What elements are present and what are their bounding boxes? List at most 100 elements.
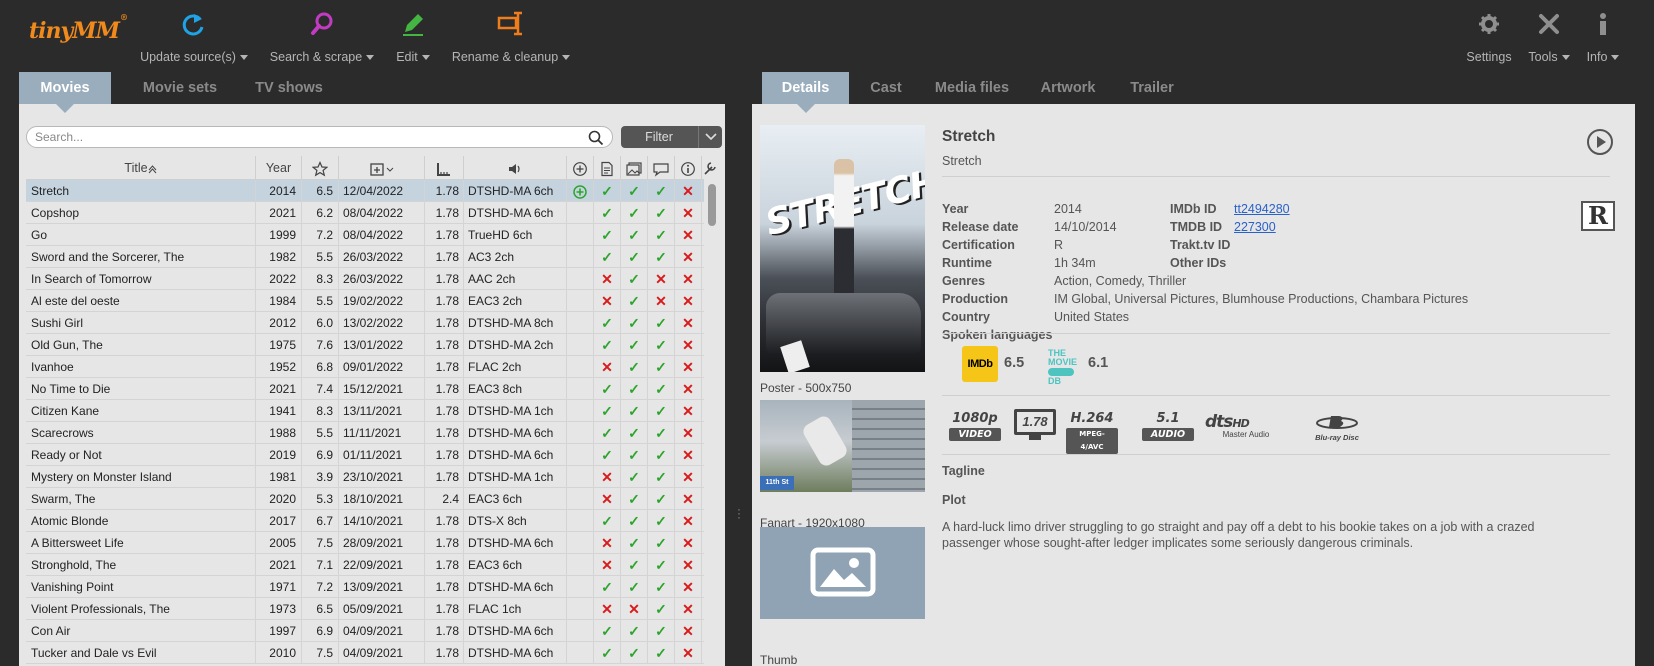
column-year-header[interactable]: Year <box>256 156 302 180</box>
table-row[interactable]: Atomic Blonde 2017 6.7 14/10/2021 1.78 DTS-X … <box>26 510 704 532</box>
filter-dropdown[interactable] <box>698 126 722 148</box>
settings-label: Settings <box>1466 50 1512 64</box>
tab-artwork[interactable]: Artwork <box>1028 72 1108 104</box>
rename-cleanup-button[interactable]: Rename & cleanup <box>451 10 571 68</box>
table-row[interactable]: A Bittersweet Life 2005 7.5 28/09/2021 1.78 D… <box>26 532 704 554</box>
table-row[interactable]: Ready or Not 2019 6.9 01/11/2021 1.78 DTSHD-M… <box>26 444 704 466</box>
cell-title: Stronghold, The <box>26 554 256 576</box>
cell-date: 26/03/2022 <box>339 246 425 268</box>
tab-movies[interactable]: Movies <box>19 72 111 113</box>
cell-ar: 1.78 <box>425 378 464 400</box>
play-button[interactable] <box>1586 128 1614 159</box>
table-row[interactable]: Stretch 2014 6.5 12/04/2022 1.78 DTSHD-MA 6ch… <box>26 180 704 202</box>
empty-cell <box>567 246 594 268</box>
settings-button[interactable]: Settings <box>1465 10 1513 68</box>
release-date-value: 14/10/2014 <box>1054 220 1117 234</box>
update-sources-button[interactable]: Update source(s) <box>138 10 250 68</box>
chevron-down-icon <box>1561 55 1570 61</box>
table-row[interactable]: Vanishing Point 1971 7.2 13/09/2021 1.78 DTSH… <box>26 576 704 598</box>
table-row[interactable]: Violent Professionals, The 1973 6.5 05/09/2… <box>26 598 704 620</box>
column-aspect-ratio-header[interactable] <box>425 156 464 180</box>
table-row[interactable]: Old Gun, The 1975 7.6 13/01/2022 1.78 DTSHD-M… <box>26 334 704 356</box>
search-input[interactable] <box>35 127 580 147</box>
tmdb-id-link[interactable]: 227300 <box>1234 220 1276 234</box>
table-row[interactable]: Tucker and Dale vs Evil 2010 7.5 04/09/2021… <box>26 642 704 664</box>
poster-image[interactable]: STRETCH <box>760 125 925 372</box>
table-scrollbar[interactable] <box>708 184 716 654</box>
tools-button[interactable]: Tools <box>1525 10 1573 68</box>
filter-button[interactable]: Filter <box>621 126 722 148</box>
search-icon[interactable] <box>588 130 604 149</box>
table-row[interactable]: Copshop 2021 6.2 08/04/2022 1.78 DTSHD-MA 6ch… <box>26 202 704 224</box>
column-date-added-header[interactable] <box>339 156 425 180</box>
tab-cast[interactable]: Cast <box>856 72 916 104</box>
table-row[interactable]: Sushi Girl 2012 6.0 13/02/2022 1.78 DTSHD-MA … <box>26 312 704 334</box>
search-scrape-button[interactable]: Search & scrape <box>269 10 375 68</box>
info-circle-icon <box>681 161 695 176</box>
info-button[interactable]: Info <box>1584 10 1622 68</box>
table-row[interactable]: Citizen Kane 1941 8.3 13/11/2021 1.78 DTSHD-M… <box>26 400 704 422</box>
scrollbar-thumb[interactable] <box>708 184 716 226</box>
cell-title: Citizen Kane <box>26 400 256 422</box>
imdb-id-link-text[interactable]: tt2494280 <box>1234 202 1290 216</box>
table-row[interactable]: Mystery on Monster Island 1981 3.9 23/10/20… <box>26 466 704 488</box>
chevron-down-icon <box>366 55 375 61</box>
check-icon: ✓ <box>594 400 621 422</box>
table-row[interactable]: Con Air 1997 6.9 04/09/2021 1.78 DTSHD-MA 6ch… <box>26 620 704 642</box>
table-row[interactable]: Go 1999 7.2 08/04/2022 1.78 TrueHD 6ch ✓ ✓ ✓ ✕ <box>26 224 704 246</box>
plot-label: Plot <box>942 493 966 507</box>
cell-title: Vanishing Point <box>26 576 256 598</box>
column-rating-header[interactable] <box>302 156 339 180</box>
tab-tv-shows[interactable]: TV shows <box>244 72 334 104</box>
cell-year: 2010 <box>256 642 302 664</box>
cell-audio: DTSHD-MA 8ch <box>464 312 567 334</box>
table-row[interactable]: Scarecrows 1988 5.5 11/11/2021 1.78 DTSHD-MA … <box>26 422 704 444</box>
cell-year: 1999 <box>256 224 302 246</box>
table-row[interactable]: No Time to Die 2021 7.4 15/12/2021 1.78 EAC3 … <box>26 378 704 400</box>
column-images-header[interactable] <box>621 156 648 180</box>
tab-movie-sets[interactable]: Movie sets <box>119 72 241 104</box>
cell-date: 05/09/2021 <box>339 598 425 620</box>
column-subtitles-header[interactable] <box>648 156 675 180</box>
tab-details[interactable]: Details <box>762 72 849 113</box>
tmdb-id-label: TMDB ID <box>1170 220 1223 234</box>
image-placeholder-icon <box>810 547 876 597</box>
table-row[interactable]: Al este del oeste 1984 5.5 19/02/2022 1.78 EA… <box>26 290 704 312</box>
column-nfo-header[interactable] <box>594 156 621 180</box>
column-audio-header[interactable] <box>464 156 567 180</box>
edit-button[interactable]: Edit <box>394 10 432 68</box>
column-watched-header[interactable] <box>675 156 702 180</box>
table-row[interactable]: Ivanhoe 1952 6.8 09/01/2022 1.78 FLAC 2ch ✕ ✓ ✓ ✕ <box>26 356 704 378</box>
check-icon: ✓ <box>648 246 675 268</box>
tab-trailer[interactable]: Trailer <box>1116 72 1188 104</box>
fanart-image[interactable]: 11th St <box>760 400 925 492</box>
cell-audio: FLAC 2ch <box>464 356 567 378</box>
cell-title: Al este del oeste <box>26 290 256 312</box>
wrench-icon[interactable] <box>702 160 718 179</box>
imdb-id-link[interactable]: tt2494280 <box>1234 202 1290 216</box>
cross-icon: ✕ <box>594 554 621 576</box>
cell-date: 18/10/2021 <box>339 488 425 510</box>
monitor-stand <box>1029 435 1041 440</box>
cell-audio: DTSHD-MA 1ch <box>464 400 567 422</box>
tab-media-files[interactable]: Media files <box>926 72 1018 104</box>
cross-icon: ✕ <box>675 466 702 488</box>
table-row[interactable]: Swarm, The 2020 5.3 18/10/2021 2.4 EAC3 6ch ✕ ✓… <box>26 488 704 510</box>
table-row[interactable]: Sword and the Sorcerer, The 1982 5.5 26/03/… <box>26 246 704 268</box>
app-logo-text: tinyMM <box>29 18 120 44</box>
chevron-down-icon <box>1611 55 1620 61</box>
table-row[interactable]: In Search of Tomorrow 2022 8.3 26/03/2022 1.… <box>26 268 704 290</box>
table-row[interactable]: Stronghold, The 2021 7.1 22/09/2021 1.78 EAC3… <box>26 554 704 576</box>
column-title-header[interactable]: Title <box>26 156 256 180</box>
column-new-header[interactable] <box>567 156 594 180</box>
cell-year: 1982 <box>256 246 302 268</box>
tmdb-logo: THE MOVIE DB <box>1048 349 1086 386</box>
thumb-placeholder[interactable] <box>760 527 925 619</box>
empty-cell <box>567 466 594 488</box>
check-icon: ✓ <box>594 642 621 664</box>
panel-splitter[interactable]: · · · <box>725 72 752 666</box>
cell-year: 2005 <box>256 532 302 554</box>
dts-logo-text: dts <box>1205 412 1233 432</box>
tmdb-id-link-text[interactable]: 227300 <box>1234 220 1276 234</box>
cell-year: 1981 <box>256 466 302 488</box>
